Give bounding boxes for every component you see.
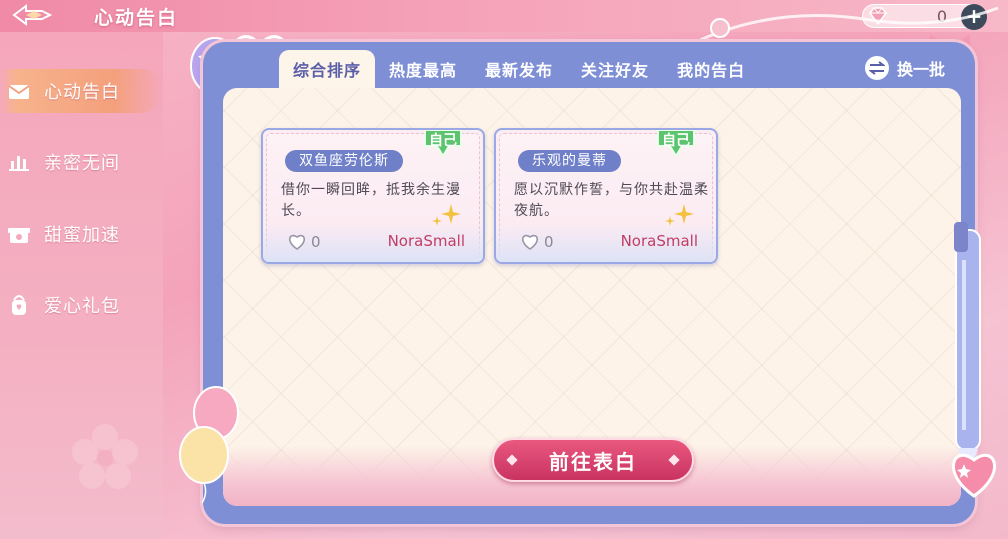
go-confess-button[interactable]: 前往表白 xyxy=(492,438,694,482)
flower-decoration-icon xyxy=(72,424,138,489)
card-title: 双鱼座劳伦斯 xyxy=(285,150,403,172)
card-author: NoraSmall xyxy=(620,232,698,250)
pen-decoration-icon xyxy=(954,222,981,478)
tab-hottest[interactable]: 热度最高 xyxy=(375,50,471,88)
chart-bar-icon xyxy=(4,153,34,171)
back-arrow-icon xyxy=(12,4,52,26)
sidebar-item-label: 亲密无间 xyxy=(44,153,120,174)
sidebar-item-label: 心动告白 xyxy=(44,82,120,103)
heart-outline-icon xyxy=(289,234,305,250)
tab-my-confessions[interactable]: 我的告白 xyxy=(663,50,759,88)
sidebar-item-sweet-boost[interactable]: 甜蜜加速 xyxy=(0,212,163,256)
refresh-button[interactable]: 换一批 xyxy=(865,54,945,82)
sidebar-item-intimacy[interactable]: 亲密无间 xyxy=(0,140,163,184)
self-badge: 自己 xyxy=(423,130,463,158)
go-confess-label: 前往表白 xyxy=(549,449,637,474)
like-count: 0 xyxy=(544,233,554,251)
sidebar: 心动告白 亲密无间 甜蜜加速 爱心礼包 xyxy=(0,32,163,539)
like-button[interactable]: 0 xyxy=(520,233,554,251)
sidebar-item-confession[interactable]: 心动告白 xyxy=(0,69,163,113)
like-count: 0 xyxy=(311,233,321,251)
tab-newest[interactable]: 最新发布 xyxy=(471,50,567,88)
self-badge: 自己 xyxy=(656,130,696,158)
sidebar-item-label: 甜蜜加速 xyxy=(44,225,120,246)
sparkle-icon xyxy=(665,204,694,226)
swap-icon xyxy=(865,56,889,80)
confession-card[interactable]: 乐观的曼蒂 自己 愿以沉默作誓，与你共赴温柔夜航。 0 NoraSmall xyxy=(494,128,718,264)
bag-icon xyxy=(4,294,34,316)
like-button[interactable]: 0 xyxy=(287,233,321,251)
sidebar-item-love-pack[interactable]: 爱心礼包 xyxy=(0,283,163,327)
tab-bar: 综合排序 热度最高 最新发布 关注好友 我的告白 xyxy=(279,50,759,88)
confession-card[interactable]: 双鱼座劳伦斯 自己 借你一瞬回眸，抵我余生漫长。 0 NoraSmall xyxy=(261,128,485,264)
envelope-icon xyxy=(4,82,34,100)
page-title: 心动告白 xyxy=(94,7,179,29)
refresh-label: 换一批 xyxy=(897,60,946,79)
tab-comprehensive[interactable]: 综合排序 xyxy=(279,50,376,88)
card-title: 乐观的曼蒂 xyxy=(518,150,621,172)
heart-decoration-icon xyxy=(952,453,996,498)
sparkle-icon xyxy=(432,204,461,226)
sidebar-item-label: 爱心礼包 xyxy=(44,296,120,317)
card-author: NoraSmall xyxy=(387,232,465,250)
back-button[interactable] xyxy=(10,2,54,28)
heart-outline-icon xyxy=(522,234,538,250)
balloons-decoration-icon xyxy=(179,386,239,504)
tab-friends[interactable]: 关注好友 xyxy=(567,50,663,88)
gift-box-icon xyxy=(4,224,34,244)
